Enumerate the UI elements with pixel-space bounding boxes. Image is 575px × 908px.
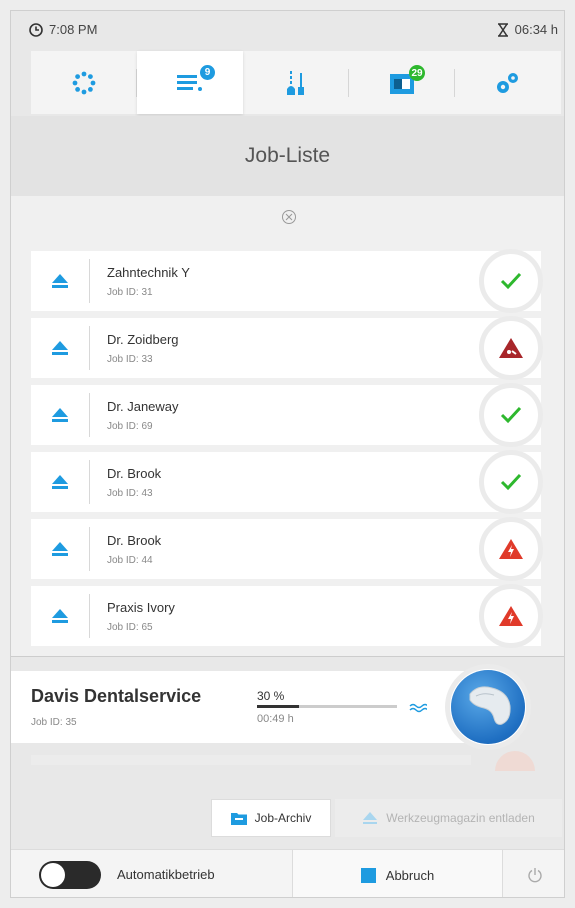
eject-icon[interactable] xyxy=(51,608,69,624)
job-row[interactable]: Zahntechnik Y Job ID: 31 xyxy=(31,251,541,311)
clock: 7:08 PM xyxy=(29,22,97,37)
job-id: Job ID: 43 xyxy=(107,488,153,499)
coolant-wave-icon xyxy=(409,703,427,713)
stop-icon xyxy=(360,867,376,883)
app-frame: 7:08 PM 06:34 h 9 29 Job-Liste Davis Den… xyxy=(10,10,565,898)
clock-time: 7:08 PM xyxy=(49,22,98,37)
tab-settings[interactable] xyxy=(455,51,561,114)
auto-mode: Automatikbetrieb xyxy=(11,850,293,897)
remaining-time: 00:49 h xyxy=(257,713,294,725)
page-title: Job-Liste xyxy=(244,144,331,167)
job-archive-button[interactable]: Job-Archiv xyxy=(211,799,331,837)
main-tabs: 9 29 xyxy=(31,51,561,114)
status-bar: 7:08 PM 06:34 h xyxy=(11,11,564,49)
unload-magazine-label: Werkzeugmagazin entladen xyxy=(386,811,535,825)
machine-count-badge: 29 xyxy=(409,65,425,81)
job-name: Praxis Ivory xyxy=(107,600,175,615)
divider xyxy=(11,656,564,657)
active-job-id: Job ID: 35 xyxy=(31,717,77,728)
next-job-placeholder xyxy=(31,755,471,765)
job-status-indicator[interactable] xyxy=(479,383,543,447)
clear-icon[interactable] xyxy=(281,209,297,225)
power-icon xyxy=(528,868,542,883)
tab-spinner[interactable] xyxy=(31,51,137,114)
job-archive-label: Job-Archiv xyxy=(254,811,312,825)
warning-icon xyxy=(499,606,523,626)
unload-magazine-button[interactable]: Werkzeugmagazin entladen xyxy=(335,799,562,837)
job-id: Job ID: 33 xyxy=(107,354,153,365)
progress-bar xyxy=(257,705,397,708)
eject-icon[interactable] xyxy=(51,407,69,423)
job-row[interactable]: Dr. Zoidberg Job ID: 33 xyxy=(31,318,541,378)
tool-warning-icon xyxy=(499,338,523,358)
abort-label: Abbruch xyxy=(385,867,435,883)
tab-machine[interactable]: 29 xyxy=(349,51,455,114)
job-name: Dr. Zoidberg xyxy=(107,332,179,347)
job-status-indicator[interactable] xyxy=(479,450,543,514)
restoration-icon xyxy=(451,670,525,744)
runtime: 06:34 h xyxy=(497,22,558,37)
gears-icon xyxy=(497,72,518,93)
clock-icon xyxy=(29,22,43,37)
job-status-indicator[interactable] xyxy=(479,316,543,380)
tab-tools[interactable] xyxy=(243,51,349,114)
check-icon xyxy=(500,272,522,290)
progress-percent: 30 % xyxy=(257,689,285,703)
check-icon xyxy=(500,406,522,424)
eject-icon[interactable] xyxy=(51,273,69,289)
eject-icon[interactable] xyxy=(51,541,69,557)
page-header: Job-Liste xyxy=(11,116,564,196)
eject-icon[interactable] xyxy=(51,474,69,490)
job-id: Job ID: 65 xyxy=(107,622,153,633)
check-icon xyxy=(500,473,522,491)
power-button[interactable] xyxy=(504,850,564,897)
footer-bar: Automatikbetrieb Abbruch xyxy=(11,849,564,897)
job-id: Job ID: 44 xyxy=(107,555,153,566)
warning-icon xyxy=(499,539,523,559)
hourglass-icon xyxy=(497,22,508,37)
auto-mode-toggle[interactable] xyxy=(39,861,101,889)
restoration-preview[interactable] xyxy=(445,664,531,750)
job-count-badge: 9 xyxy=(200,65,215,80)
job-name: Dr. Brook xyxy=(107,466,162,481)
eject-icon[interactable] xyxy=(51,340,69,356)
job-status-indicator[interactable] xyxy=(479,517,543,581)
job-row[interactable]: Praxis Ivory Job ID: 65 xyxy=(31,586,541,646)
job-row[interactable]: Dr. Janeway Job ID: 69 xyxy=(31,385,541,445)
spinner-dots-icon xyxy=(72,71,96,94)
runtime-value: 06:34 h xyxy=(514,22,558,37)
job-status-indicator[interactable] xyxy=(479,249,543,313)
job-name: Dr. Brook xyxy=(107,533,162,548)
abort-button[interactable]: Abbruch xyxy=(293,850,503,897)
eject-icon xyxy=(363,812,378,824)
job-status-indicator[interactable] xyxy=(479,584,543,648)
job-row[interactable]: Dr. Brook Job ID: 43 xyxy=(31,452,541,512)
next-job-status-placeholder xyxy=(495,751,535,771)
job-id: Job ID: 31 xyxy=(107,287,153,298)
job-id: Job ID: 69 xyxy=(107,421,153,432)
active-job-card[interactable]: Davis Dentalservice Job ID: 35 30 % 00:4… xyxy=(11,671,486,743)
tab-job-list[interactable]: 9 xyxy=(137,51,243,114)
job-name: Zahntechnik Y xyxy=(107,265,190,280)
auto-mode-label: Automatikbetrieb xyxy=(117,867,215,882)
tool-holder-icon xyxy=(287,70,304,95)
job-row[interactable]: Dr. Brook Job ID: 44 xyxy=(31,519,541,579)
folder-icon xyxy=(230,812,247,825)
active-job-name: Davis Dentalservice xyxy=(31,686,202,706)
job-name: Dr. Janeway xyxy=(107,399,179,414)
